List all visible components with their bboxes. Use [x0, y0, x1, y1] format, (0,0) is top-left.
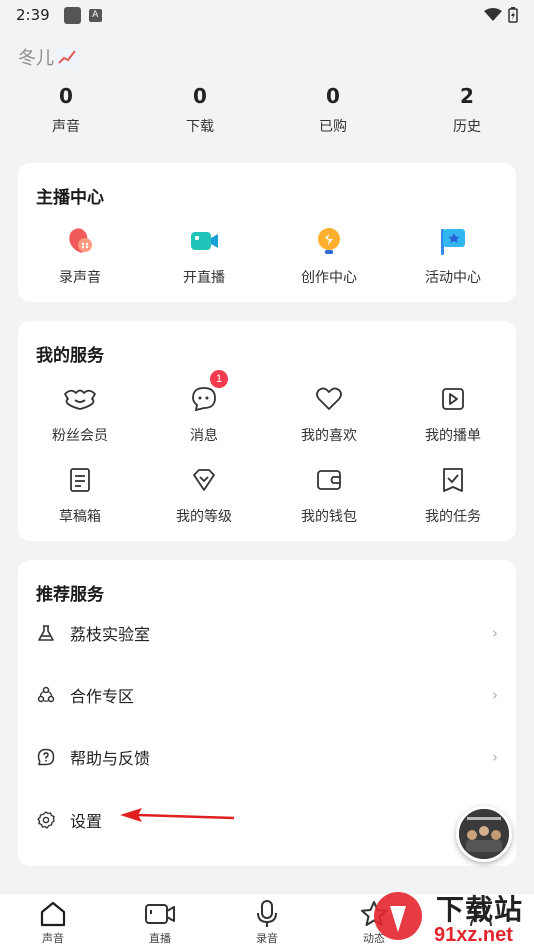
chevron-right-icon: › — [492, 748, 498, 766]
home-icon — [13, 900, 93, 928]
battery-icon — [508, 7, 518, 23]
heart-icon — [309, 379, 349, 419]
live-camera-icon — [184, 221, 224, 261]
floating-player-disc[interactable] — [456, 806, 512, 862]
my-level-button[interactable]: 我的等级 — [142, 460, 266, 526]
nav-label: 声音 — [42, 932, 64, 945]
grid-label: 我的钱包 — [301, 509, 357, 525]
stat-label: 已购 — [319, 119, 347, 135]
stat-downloads[interactable]: 0 下载 — [150, 84, 250, 136]
stat-value: 2 — [460, 84, 474, 108]
chart-emoji-icon — [57, 48, 77, 66]
wifi-icon — [484, 8, 502, 21]
list-label: 帮助与反馈 — [70, 749, 151, 768]
stat-label: 下载 — [186, 119, 214, 135]
unread-badge: 1 — [210, 370, 228, 388]
grid-label: 消息 — [190, 428, 218, 444]
grid-label: 粉丝会员 — [52, 428, 108, 444]
creation-center-button[interactable]: 创作中心 — [267, 221, 391, 287]
grid-label: 创作中心 — [301, 270, 357, 286]
record-voice-icon — [60, 221, 100, 261]
red-arrow-annotation — [120, 808, 235, 822]
chevron-right-icon: › — [492, 686, 498, 704]
card-title: 我的服务 — [36, 346, 104, 366]
message-icon: 1 — [184, 370, 228, 419]
record-voice-button[interactable]: 录声音 — [18, 221, 142, 287]
start-live-button[interactable]: 开直播 — [142, 221, 266, 287]
activity-flag-icon — [433, 221, 473, 261]
profile-stats: 0 声音 0 下载 0 已购 2 历史 — [0, 84, 534, 144]
stat-sounds[interactable]: 0 声音 — [16, 84, 116, 136]
stat-value: 0 — [326, 84, 340, 108]
creation-bulb-icon — [309, 221, 349, 261]
list-label: 荔枝实验室 — [70, 625, 151, 644]
drafts-button[interactable]: 草稿箱 — [18, 460, 142, 526]
nav-label: 录音 — [256, 932, 278, 945]
stat-label: 历史 — [453, 119, 481, 135]
username[interactable]: 冬儿 — [18, 44, 77, 70]
my-services-card: 我的服务 粉丝会员 1 消息 我的喜欢 我的播单 草稿箱 我的等级 我的钱包 我… — [18, 321, 516, 541]
messages-button[interactable]: 1 消息 — [142, 370, 266, 445]
notification-a-icon: A — [88, 8, 102, 22]
grid-label: 草稿箱 — [59, 509, 101, 525]
nav-record[interactable]: 录音 — [227, 900, 307, 946]
my-wallet-button[interactable]: 我的钱包 — [267, 460, 391, 526]
watermark-text-url: 91xz.net — [434, 924, 513, 946]
mic-icon — [227, 900, 307, 928]
site-watermark: 下载站 91xz.net — [352, 886, 534, 950]
card-title: 推荐服务 — [36, 585, 104, 605]
fan-member-icon — [60, 379, 100, 419]
recommended-services-card: 推荐服务 荔枝实验室 › 合作专区 › 帮助与反馈 › 设置 — [18, 560, 516, 866]
anchor-center-card: 主播中心 录声音 开直播 创作中心 活动中心 — [18, 163, 516, 302]
watermark-logo-icon — [374, 892, 422, 940]
cooperation-icon — [36, 685, 56, 705]
fan-member-button[interactable]: 粉丝会员 — [18, 379, 142, 445]
nav-label: 直播 — [149, 932, 171, 945]
grid-label: 我的喜欢 — [301, 428, 357, 444]
grid-label: 开直播 — [183, 270, 225, 286]
live-icon — [120, 900, 200, 928]
chevron-right-icon: › — [492, 624, 498, 642]
draft-icon — [60, 460, 100, 500]
settings-gear-icon — [36, 810, 56, 830]
my-playlist-button[interactable]: 我的播单 — [391, 379, 515, 445]
list-label: 设置 — [70, 812, 103, 831]
cooperation-zone-item[interactable]: 合作专区 › — [36, 675, 498, 715]
activity-center-button[interactable]: 活动中心 — [391, 221, 515, 287]
nav-live[interactable]: 直播 — [120, 900, 200, 946]
card-title: 主播中心 — [36, 188, 104, 208]
grid-label: 录声音 — [59, 270, 101, 286]
album-cover-icon — [459, 809, 509, 859]
wallet-icon — [309, 460, 349, 500]
username-text: 冬儿 — [18, 48, 54, 69]
grid-label: 我的播单 — [425, 428, 481, 444]
flask-icon — [36, 623, 56, 643]
stat-label: 声音 — [52, 119, 80, 135]
my-likes-button[interactable]: 我的喜欢 — [267, 379, 391, 445]
my-tasks-button[interactable]: 我的任务 — [391, 460, 515, 526]
help-icon — [36, 747, 56, 767]
nav-sounds[interactable]: 声音 — [13, 900, 93, 946]
help-feedback-item[interactable]: 帮助与反馈 › — [36, 737, 498, 777]
grid-label: 我的任务 — [425, 509, 481, 525]
grid-label: 活动中心 — [425, 270, 481, 286]
settings-item[interactable]: 设置 — [36, 800, 498, 840]
watermark-text-cn: 下载站 — [436, 893, 524, 926]
stat-history[interactable]: 2 历史 — [417, 84, 517, 136]
status-bar: 2:39 A — [0, 0, 534, 30]
stat-purchased[interactable]: 0 已购 — [283, 84, 383, 136]
notification-icon — [63, 6, 81, 24]
level-diamond-icon — [184, 460, 224, 500]
stat-value: 0 — [193, 84, 207, 108]
stat-value: 0 — [59, 84, 73, 108]
list-label: 合作专区 — [70, 687, 135, 706]
playlist-icon — [433, 379, 473, 419]
status-time: 2:39 — [16, 6, 50, 24]
grid-label: 我的等级 — [176, 509, 232, 525]
task-icon — [433, 460, 473, 500]
litchi-lab-item[interactable]: 荔枝实验室 › — [36, 613, 498, 653]
